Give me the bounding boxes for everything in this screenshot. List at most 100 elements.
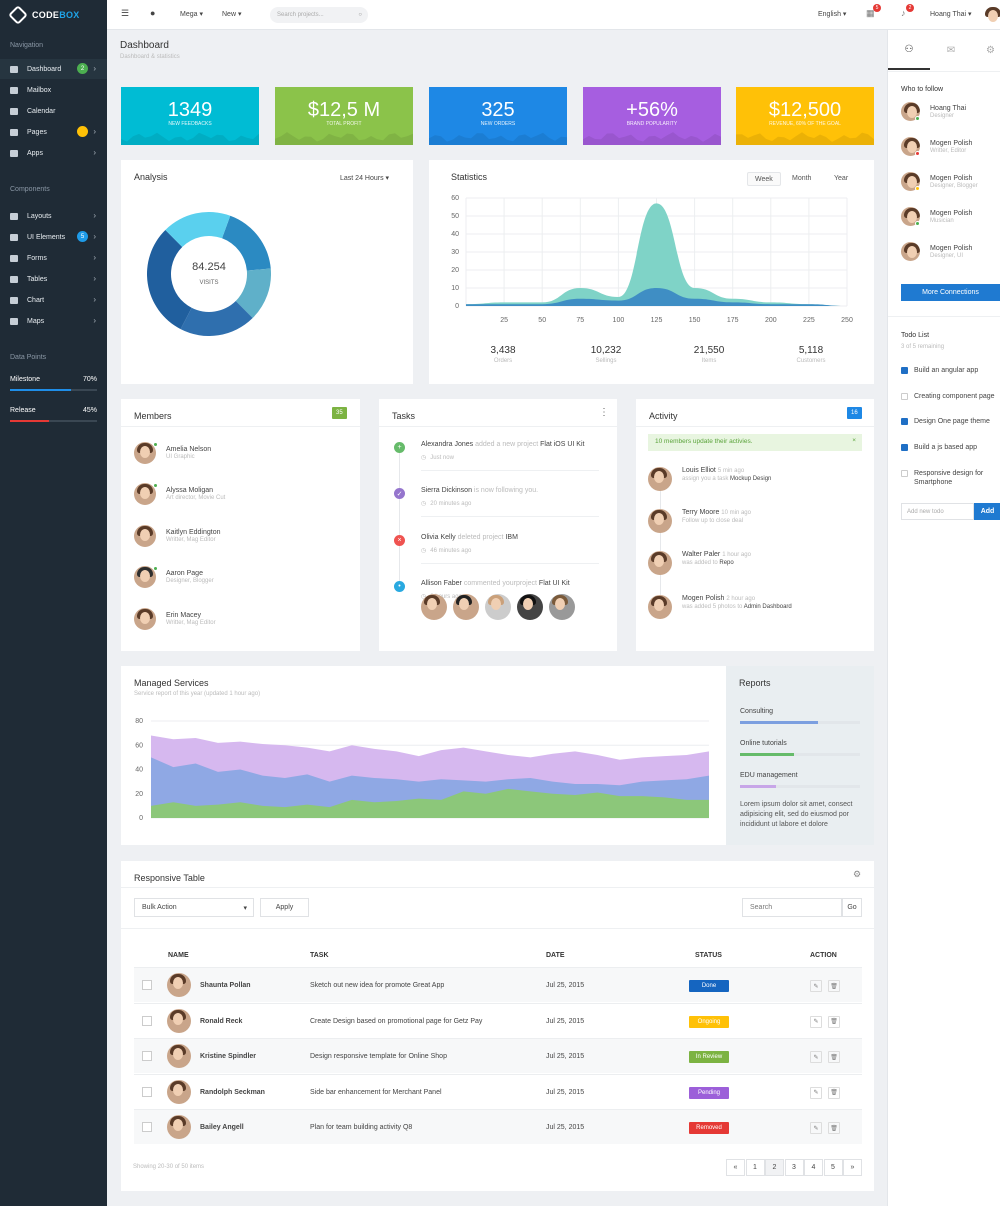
task-item[interactable]: Alexandra Jones added a new project Flat… (421, 441, 601, 461)
task-item[interactable]: Sierra Dickinson is now following you. ◷… (421, 487, 601, 507)
bulk-action-select[interactable]: Bulk Action ▾ (134, 898, 254, 917)
row-checkbox[interactable] (142, 1051, 152, 1061)
row-checkbox[interactable] (142, 1086, 152, 1097)
task-user[interactable]: Alexandra Jones (421, 441, 473, 448)
page-button[interactable]: 4 (804, 1159, 823, 1176)
settings-icon[interactable]: ⚙ (980, 30, 1000, 70)
users-icon[interactable]: ⚇ (888, 30, 930, 70)
edit-icon[interactable]: ✎ (810, 1051, 822, 1063)
avatar[interactable] (453, 594, 479, 620)
todo-item[interactable]: Build a js based app (901, 443, 999, 452)
follow-item[interactable]: Hoang Thai Designer (901, 102, 966, 121)
activity-item[interactable]: Louis Elliot 5 min ago assign you a task … (648, 467, 771, 491)
avatar[interactable] (549, 594, 575, 620)
column-header-action[interactable]: ACTION (810, 952, 837, 959)
avatar[interactable] (648, 551, 672, 575)
follow-item[interactable]: Mogen Polish Musician (901, 207, 972, 226)
more-connections-button[interactable]: More Connections (901, 284, 1000, 301)
activity-item[interactable]: Mogen Polish 2 hour ago was added 5 photo… (648, 595, 792, 619)
task-user[interactable]: Allison Faber (421, 580, 462, 587)
task-user[interactable]: Sierra Dickinson (421, 487, 472, 494)
table-row[interactable]: Ronald Reck Create Design based on promot… (134, 1002, 862, 1038)
trash-icon[interactable]: 🗑 (828, 980, 840, 992)
activity-item[interactable]: Walter Paler 1 hour ago was added to Repo (648, 551, 751, 575)
sidebar-item-dashboard[interactable]: Dashboard 2 › (0, 59, 107, 79)
member-item[interactable]: Erin Macey Writter, Mag Editor (134, 608, 216, 630)
member-item[interactable]: Aaron Page Designer, Blogger (134, 566, 214, 588)
edit-icon[interactable]: ✎ (810, 1086, 822, 1099)
avatar[interactable] (167, 1008, 191, 1033)
activity-item[interactable]: Terry Moore 10 min ago Follow up to close… (648, 509, 751, 533)
menu-mega[interactable]: Mega ▾ (180, 10, 203, 18)
todo-item[interactable]: Creating component page (901, 392, 999, 401)
close-icon[interactable]: × (852, 437, 856, 444)
page-button[interactable]: 1 (745, 1159, 765, 1176)
language-selector[interactable]: English ▾ (818, 10, 846, 18)
member-item[interactable]: Kaitlyn Eddington Writter, Mag Editor (134, 525, 220, 547)
column-header-status[interactable]: STATUS (695, 952, 722, 959)
page-button[interactable]: 5 (823, 1159, 843, 1176)
row-checkbox[interactable] (142, 1122, 152, 1132)
avatar[interactable] (421, 594, 447, 620)
sidebar-item-chart[interactable]: Chart › (0, 290, 107, 310)
follow-item[interactable]: Mogen Polish Designer, UI (901, 242, 972, 261)
gear-icon[interactable]: ⚙ (853, 869, 861, 880)
todo-checkbox[interactable] (901, 393, 908, 400)
apply-button[interactable]: Apply (260, 898, 309, 917)
page-button[interactable]: 2 (765, 1159, 784, 1176)
avatar[interactable] (167, 973, 191, 997)
member-item[interactable]: Amelia Nelson UI Graphic (134, 442, 211, 464)
brand-logo[interactable]: CODE BOX (0, 0, 107, 30)
task-object[interactable]: Flat UI Kit (539, 580, 570, 587)
avatar[interactable] (648, 595, 672, 619)
table-row[interactable]: Kristine Spindler Design responsive templ… (134, 1038, 862, 1073)
table-row[interactable]: Randolph Seckman Side bar enhancement for… (134, 1073, 862, 1109)
bell-icon[interactable]: ♪ (901, 8, 906, 18)
new-todo-input[interactable]: Add new todo (901, 503, 974, 520)
avatar[interactable] (648, 509, 672, 533)
sidebar-item-tables[interactable]: Tables › (0, 269, 107, 289)
table-search-input[interactable]: Search (742, 898, 842, 917)
avatar[interactable] (167, 1044, 191, 1068)
table-row[interactable]: Shaunta Pollan Sketch out new idea for pr… (134, 967, 862, 1002)
sidebar-item-pages[interactable]: Pages 5 › (0, 122, 107, 142)
task-user[interactable]: Olivia Kelly (421, 534, 456, 541)
avatar[interactable] (167, 1079, 191, 1104)
follow-item[interactable]: Mogen Polish Writter, Editor (901, 137, 972, 156)
avatar[interactable] (485, 594, 511, 620)
page-button[interactable]: 3 (784, 1159, 804, 1176)
page-button[interactable]: « (726, 1159, 745, 1176)
column-header-task[interactable]: TASK (310, 952, 329, 959)
member-item[interactable]: Alyssa Moligan Art director, Movie Cut (134, 483, 225, 505)
range-dropdown[interactable]: Last 24 Hours ▾ (340, 174, 389, 182)
todo-item[interactable]: Responsive design for Smartphone (901, 469, 999, 487)
task-object[interactable]: Flat iOS UI Kit (540, 441, 584, 448)
trash-icon[interactable]: 🗑 (828, 1015, 840, 1028)
column-header-name[interactable]: NAME (168, 952, 189, 959)
more-vertical-icon[interactable]: ⋮ (599, 407, 609, 418)
sidebar-item-ui-elements[interactable]: UI Elements 5 › (0, 227, 107, 247)
edit-icon[interactable]: ✎ (810, 1122, 822, 1134)
menu-new[interactable]: New ▾ (222, 10, 241, 18)
edit-icon[interactable]: ✎ (810, 980, 822, 992)
sidebar-item-forms[interactable]: Forms › (0, 248, 107, 268)
todo-item[interactable]: Design One page theme (901, 417, 999, 426)
menu-toggle-icon[interactable]: ☰ (121, 8, 129, 19)
search-input[interactable]: Search projects... ○ (270, 7, 368, 23)
trash-icon[interactable]: 🗑 (828, 1086, 840, 1099)
sidebar-item-apps[interactable]: Apps › (0, 143, 107, 163)
row-checkbox[interactable] (142, 1015, 152, 1026)
todo-item[interactable]: Build an angular app (901, 366, 999, 375)
table-row[interactable]: Bailey Angell Plan for team building acti… (134, 1109, 862, 1144)
column-header-date[interactable]: DATE (546, 952, 565, 959)
chat-icon[interactable]: ✉ (930, 30, 972, 70)
todo-checkbox[interactable] (901, 444, 908, 451)
avatar[interactable] (901, 242, 920, 261)
todo-checkbox[interactable] (901, 367, 908, 374)
trash-icon[interactable]: 🗑 (828, 1122, 840, 1134)
task-item[interactable]: Olivia Kelly deleted project IBM ◷ 46 minu… (421, 534, 601, 554)
avatar[interactable] (648, 467, 672, 491)
task-object[interactable]: IBM (505, 534, 517, 541)
sidebar-item-maps[interactable]: Maps › (0, 311, 107, 331)
todo-checkbox[interactable] (901, 418, 908, 425)
